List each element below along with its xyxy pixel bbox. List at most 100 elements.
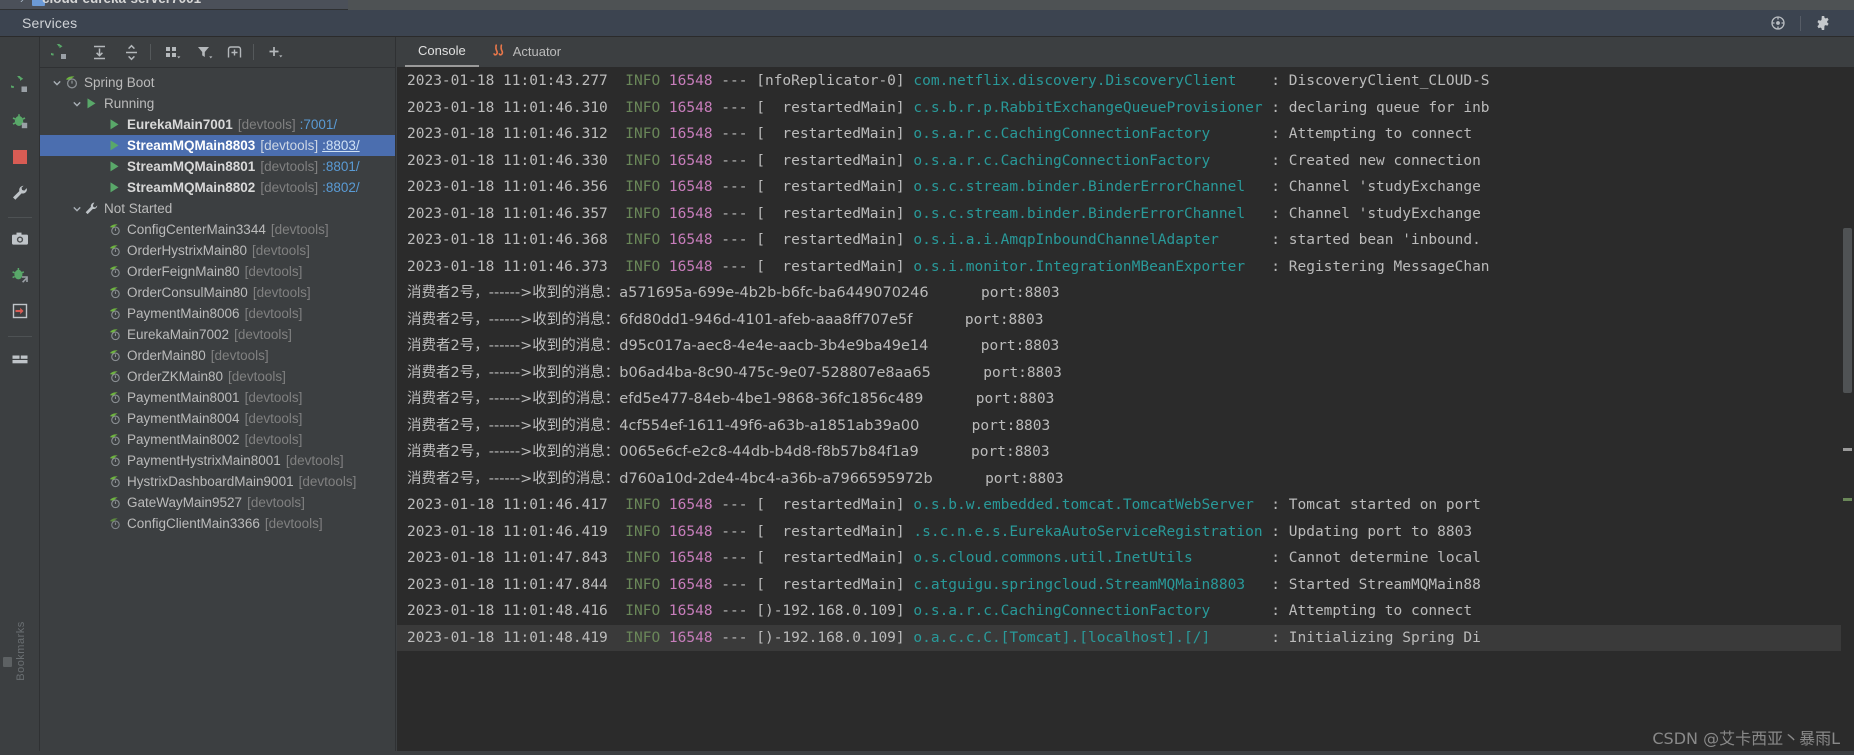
log-message-cn: 消费者2号，------>收到的消息：6fd80dd1-946d-4101-af…: [407, 311, 913, 328]
log-line: 消费者2号，------>收到的消息：b06ad4ba-8c90-475c-9e…: [397, 360, 1854, 387]
service-item-hystrixdashboardmain9001[interactable]: HystrixDashboardMain9001 [devtools]: [40, 471, 395, 492]
service-item-orderconsulmain80[interactable]: OrderConsulMain80 [devtools]: [40, 282, 395, 303]
console-scrollbar[interactable]: [1841, 68, 1854, 755]
log-line: 消费者2号，------>收到的消息：0065e6cf-e2c8-44db-b4…: [397, 439, 1854, 466]
service-item-orderhystrixmain80[interactable]: OrderHystrixMain80 [devtools]: [40, 240, 395, 261]
service-item-orderzkmain80[interactable]: OrderZKMain80 [devtools]: [40, 366, 395, 387]
log-logger: o.s.a.r.c.CachingConnectionFactory: [913, 126, 1272, 142]
chevron-down-icon[interactable]: [50, 76, 63, 89]
service-item-configcentermain3344[interactable]: ConfigCenterMain3344 [devtools]: [40, 219, 395, 240]
tree-node-spring-boot[interactable]: Spring Boot: [40, 72, 395, 93]
service-port-link[interactable]: :8803/: [322, 138, 360, 153]
service-name: OrderConsulMain80: [127, 285, 248, 300]
services-tree-panel: Spring Boot Running EurekaMain7001 [devt…: [40, 37, 396, 755]
add-service-icon[interactable]: [260, 40, 292, 64]
tab-actuator[interactable]: Actuator: [479, 36, 574, 67]
collapse-all-icon[interactable]: [118, 40, 144, 64]
service-item-orderfeignmain80[interactable]: OrderFeignMain80 [devtools]: [40, 261, 395, 282]
service-item-paymentmain8001[interactable]: PaymentMain8001 [devtools]: [40, 387, 395, 408]
service-name: ConfigCenterMain3344: [127, 222, 266, 237]
service-name: PaymentMain8004: [127, 411, 240, 426]
log-message: : Cannot determine local: [1271, 550, 1481, 566]
service-item-paymentmain8004[interactable]: PaymentMain8004 [devtools]: [40, 408, 395, 429]
log-level: INFO: [625, 179, 661, 195]
tab-console-label: Console: [418, 43, 466, 58]
spring-boot-icon: [106, 305, 123, 322]
wrench-icon[interactable]: [9, 182, 31, 204]
service-name: StreamMQMain8803: [127, 138, 256, 153]
chevron-down-icon[interactable]: [70, 97, 83, 110]
console-panel: Console Actuator 2023-01-18 11:01:43.277…: [397, 37, 1854, 755]
add-tab-icon[interactable]: [221, 40, 247, 64]
service-item-streammqmain8802[interactable]: StreamMQMain8802 [devtools] :8802/: [40, 177, 395, 198]
log-thread: [ restartedMain]: [756, 576, 914, 593]
log-line: 2023-01-18 11:01:46.368 INFO 16548 --- […: [407, 232, 1481, 248]
tree-group-not-started[interactable]: Not Started: [40, 198, 395, 219]
service-item-ordermain80[interactable]: OrderMain80 [devtools]: [40, 345, 395, 366]
console-scrollbar-thumb[interactable]: [1843, 228, 1852, 393]
service-tag: [devtools]: [264, 516, 323, 531]
log-logger: o.a.c.c.C.[Tomcat].[localhost].[/]: [913, 629, 1272, 646]
service-port-link[interactable]: :7001/: [300, 117, 338, 132]
strip-scroll-nub[interactable]: [3, 657, 12, 667]
log-timestamp: 2023-01-18 11:01:43.277: [407, 73, 608, 89]
bookmarks-tool-label[interactable]: Bookmarks: [15, 606, 27, 696]
service-tag: [devtools]: [244, 306, 303, 321]
spring-boot-icon: [106, 368, 123, 385]
service-port-link[interactable]: :8801/: [322, 159, 360, 174]
log-pid: 16548: [668, 497, 713, 513]
log-thread: [ restartedMain]: [756, 550, 914, 566]
rerun-icon[interactable]: [9, 74, 31, 96]
spring-boot-icon: [106, 221, 123, 238]
chevron-down-icon[interactable]: [70, 202, 83, 215]
service-item-paymentmain8006[interactable]: PaymentMain8006 [devtools]: [40, 303, 395, 324]
spring-boot-icon: [106, 347, 123, 364]
gear-icon[interactable]: [1806, 10, 1840, 37]
log-pid: 16548: [668, 523, 713, 540]
layout-settings-icon[interactable]: [1761, 10, 1795, 37]
log-pid: 16548: [668, 205, 713, 222]
log-message: : Channel 'studyExchange: [1271, 179, 1481, 195]
layout-icon[interactable]: [9, 348, 31, 370]
log-line: 2023-01-18 11:01:46.357 INFO 16548 --- […: [407, 205, 1481, 222]
tab-console[interactable]: Console: [405, 36, 479, 67]
log-pid: 16548: [668, 73, 713, 89]
spring-boot-icon: [106, 242, 123, 259]
log-pid: 16548: [668, 258, 713, 275]
stop-icon[interactable]: [9, 146, 31, 168]
console-log[interactable]: 2023-01-18 11:01:43.277 INFO 16548 --- […: [397, 68, 1854, 755]
service-item-paymentmain8002[interactable]: PaymentMain8002 [devtools]: [40, 429, 395, 450]
service-name: OrderMain80: [127, 348, 206, 363]
expand-all-icon[interactable]: [86, 40, 112, 64]
services-window-header: Services: [0, 10, 1854, 37]
service-item-configclientmain3366[interactable]: ConfigClientMain3366 [devtools]: [40, 513, 395, 534]
log-line: 2023-01-18 11:01:46.330 INFO 16548 --- […: [407, 152, 1481, 169]
service-tag: [devtools]: [270, 222, 329, 237]
debug-attach-icon[interactable]: [9, 264, 31, 286]
rerun-service-icon[interactable]: [46, 40, 72, 64]
spring-boot-icon: [106, 389, 123, 406]
filter-icon[interactable]: [189, 40, 221, 64]
service-port-link[interactable]: :8802/: [322, 180, 360, 195]
service-item-paymenthystrixmain8001[interactable]: PaymentHystrixMain8001 [devtools]: [40, 450, 395, 471]
debug-icon[interactable]: [9, 110, 31, 132]
services-tree[interactable]: Spring Boot Running EurekaMain7001 [devt…: [40, 68, 395, 755]
log-message-cn: 消费者2号，------>收到的消息：efd5e477-84eb-4be1-98…: [407, 391, 924, 407]
log-thread: [ restartedMain]: [756, 126, 914, 142]
scroll-marker: [1843, 448, 1852, 451]
chevron-right-icon[interactable]: ›: [20, 0, 24, 6]
log-message-cn: 消费者2号，------>收到的消息：b06ad4ba-8c90-475c-9e…: [407, 364, 931, 381]
camera-icon[interactable]: [9, 228, 31, 250]
service-item-eurekamain7002[interactable]: EurekaMain7002 [devtools]: [40, 324, 395, 345]
login-icon[interactable]: [9, 300, 31, 322]
log-line: 2023-01-18 11:01:43.277 INFO 16548 --- […: [407, 73, 1490, 89]
tree-group-running[interactable]: Running: [40, 93, 395, 114]
log-logger: o.s.c.stream.binder.BinderErrorChannel: [913, 205, 1272, 222]
log-level: INFO: [625, 550, 661, 566]
service-item-streammqmain8803[interactable]: StreamMQMain8803 [devtools] :8803/: [40, 135, 395, 156]
group-by-icon[interactable]: [157, 40, 189, 64]
service-item-streammqmain8801[interactable]: StreamMQMain8801 [devtools] :8801/: [40, 156, 395, 177]
page-title: Services: [22, 15, 78, 31]
service-item-eurekamain7001[interactable]: EurekaMain7001 [devtools] :7001/: [40, 114, 395, 135]
service-item-gatewaymain9527[interactable]: GateWayMain9527 [devtools]: [40, 492, 395, 513]
